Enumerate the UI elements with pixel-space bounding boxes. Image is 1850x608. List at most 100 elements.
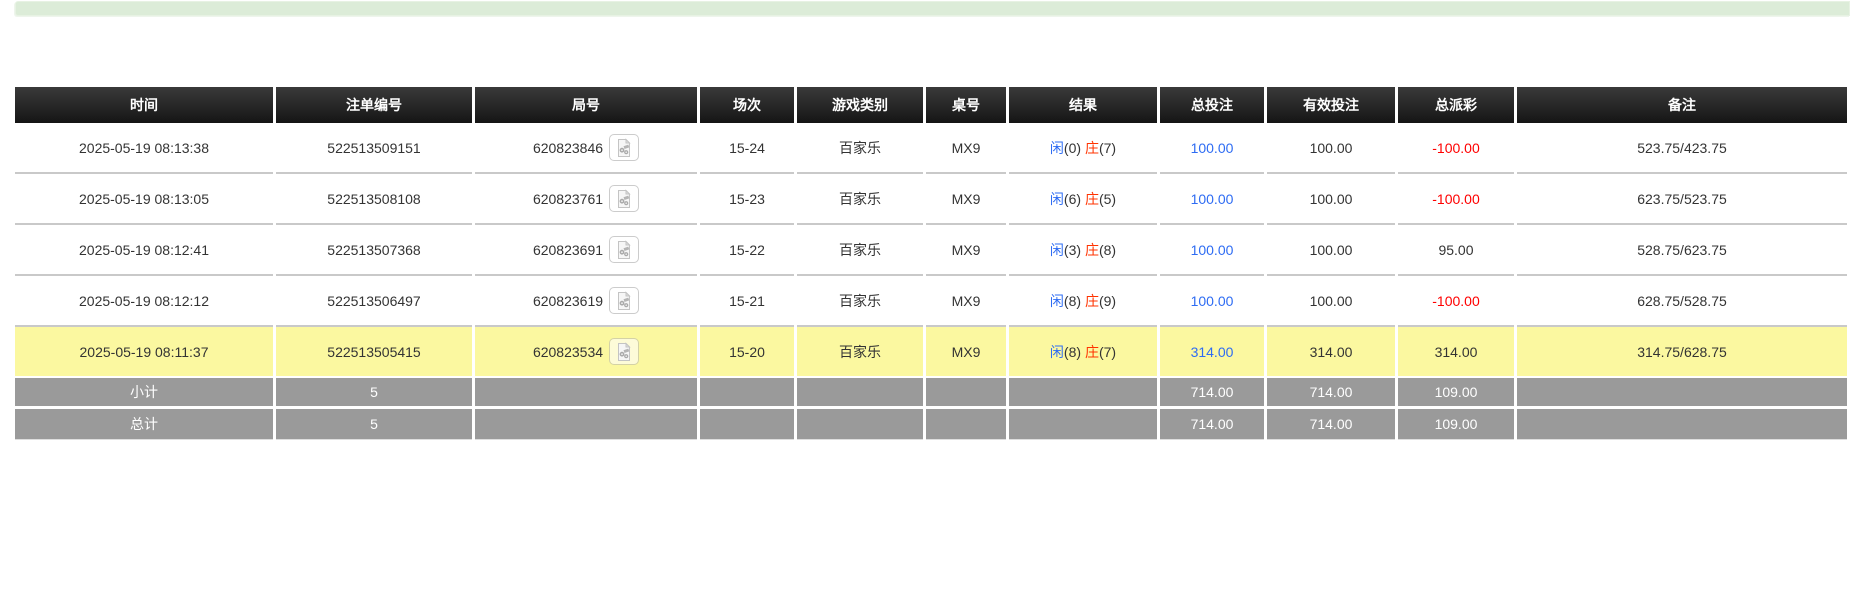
cell-round-id: 620823691: [475, 225, 697, 276]
grand-total-total-bet: 714.00: [1160, 409, 1264, 440]
total-bet-link[interactable]: 100.00: [1191, 191, 1234, 207]
grand-total-valid-bet: 714.00: [1267, 409, 1395, 440]
summary-empty-cell: [1517, 378, 1847, 409]
cell-table-id: MX9: [926, 327, 1006, 378]
bet-records-table-wrap: 时间 注单编号 局号 场次 游戏类别 桌号 结果 总投注 有效投注 总派彩 备注…: [12, 87, 1850, 440]
replay-button[interactable]: [609, 236, 639, 263]
result-banker-label: 庄: [1085, 242, 1099, 258]
cell-result: 闲(8) 庄(9): [1009, 276, 1157, 327]
cell-valid-bet: 100.00: [1267, 123, 1395, 174]
round-id-text: 620823619: [533, 293, 603, 309]
cell-round-id: 620823846: [475, 123, 697, 174]
total-bet-link[interactable]: 100.00: [1191, 293, 1234, 309]
cell-round-id: 620823761: [475, 174, 697, 225]
table-row[interactable]: 2025-05-19 08:13:05 522513508108 6208237…: [15, 174, 1847, 225]
replay-button[interactable]: [609, 185, 639, 212]
total-bet-link[interactable]: 100.00: [1191, 140, 1234, 156]
result-banker-score: (7): [1099, 344, 1116, 360]
cell-remark: 523.75/423.75: [1517, 123, 1847, 174]
result-banker-label: 庄: [1085, 191, 1099, 207]
summary-empty-cell: [475, 409, 697, 440]
video-replay-icon: [614, 240, 634, 260]
header-cell-bet-id: 注单编号: [276, 87, 472, 123]
total-bet-link[interactable]: 314.00: [1191, 344, 1234, 360]
cell-time: 2025-05-19 08:12:41: [15, 225, 273, 276]
cell-total-bet: 100.00: [1160, 123, 1264, 174]
subtotal-row: 小计 5 714.00 714.00 109.00: [15, 378, 1847, 409]
video-replay-icon: [614, 291, 634, 311]
table-row[interactable]: 2025-05-19 08:13:38 522513509151 6208238…: [15, 123, 1847, 174]
header-cell-game-type: 游戏类别: [797, 87, 923, 123]
result-banker-label: 庄: [1085, 293, 1099, 309]
table-body: 2025-05-19 08:13:38 522513509151 6208238…: [15, 123, 1847, 378]
cell-session: 15-20: [700, 327, 794, 378]
bet-records-table: 时间 注单编号 局号 场次 游戏类别 桌号 结果 总投注 有效投注 总派彩 备注…: [12, 87, 1850, 440]
summary-empty-cell: [700, 409, 794, 440]
video-replay-icon: [614, 342, 634, 362]
table-row[interactable]: 2025-05-19 08:12:12 522513506497 6208236…: [15, 276, 1847, 327]
cell-round-id: 620823619: [475, 276, 697, 327]
cell-remark: 623.75/523.75: [1517, 174, 1847, 225]
cell-bet-id: 522513508108: [276, 174, 472, 225]
cell-remark: 528.75/623.75: [1517, 225, 1847, 276]
replay-button[interactable]: [609, 134, 639, 161]
cell-time: 2025-05-19 08:11:37: [15, 327, 273, 378]
cell-session: 15-23: [700, 174, 794, 225]
cell-payout: -100.00: [1398, 174, 1514, 225]
cell-game-type: 百家乐: [797, 174, 923, 225]
round-id-text: 620823846: [533, 140, 603, 156]
result-banker-score: (8): [1099, 242, 1116, 258]
summary-empty-cell: [1009, 409, 1157, 440]
cell-game-type: 百家乐: [797, 225, 923, 276]
result-banker-label: 庄: [1085, 344, 1099, 360]
cell-valid-bet: 100.00: [1267, 276, 1395, 327]
replay-button[interactable]: [609, 338, 639, 365]
round-id-text: 620823691: [533, 242, 603, 258]
cell-session: 15-24: [700, 123, 794, 174]
subtotal-payout: 109.00: [1398, 378, 1514, 409]
cell-result: 闲(6) 庄(5): [1009, 174, 1157, 225]
cell-payout: -100.00: [1398, 123, 1514, 174]
notice-bar: [15, 1, 1850, 16]
cell-time: 2025-05-19 08:13:38: [15, 123, 273, 174]
cell-payout: 95.00: [1398, 225, 1514, 276]
result-player-score: (6): [1064, 191, 1081, 207]
summary-empty-cell: [797, 378, 923, 409]
summary-empty-cell: [475, 378, 697, 409]
total-bet-link[interactable]: 100.00: [1191, 242, 1234, 258]
cell-result: 闲(8) 庄(7): [1009, 327, 1157, 378]
result-player-score: (0): [1064, 140, 1081, 156]
cell-session: 15-22: [700, 225, 794, 276]
cell-round-id: 620823534: [475, 327, 697, 378]
header-cell-result: 结果: [1009, 87, 1157, 123]
table-row[interactable]: 2025-05-19 08:11:37 522513505415 6208235…: [15, 327, 1847, 378]
round-id-text: 620823534: [533, 344, 603, 360]
cell-valid-bet: 100.00: [1267, 174, 1395, 225]
header-cell-payout: 总派彩: [1398, 87, 1514, 123]
summary-empty-cell: [926, 409, 1006, 440]
grand-total-row: 总计 5 714.00 714.00 109.00: [15, 409, 1847, 440]
header-cell-round-id: 局号: [475, 87, 697, 123]
cell-total-bet: 314.00: [1160, 327, 1264, 378]
cell-table-id: MX9: [926, 276, 1006, 327]
result-player-score: (8): [1064, 293, 1081, 309]
table-row[interactable]: 2025-05-19 08:12:41 522513507368 6208236…: [15, 225, 1847, 276]
header-cell-table-id: 桌号: [926, 87, 1006, 123]
table-summary: 小计 5 714.00 714.00 109.00 总计 5: [15, 378, 1847, 440]
cell-valid-bet: 314.00: [1267, 327, 1395, 378]
grand-total-label: 总计: [15, 409, 273, 440]
subtotal-total-bet: 714.00: [1160, 378, 1264, 409]
result-player-label: 闲: [1050, 293, 1064, 309]
cell-bet-id: 522513509151: [276, 123, 472, 174]
result-player-label: 闲: [1050, 344, 1064, 360]
cell-game-type: 百家乐: [797, 276, 923, 327]
result-player-label: 闲: [1050, 140, 1064, 156]
summary-empty-cell: [1009, 378, 1157, 409]
header-cell-total-bet: 总投注: [1160, 87, 1264, 123]
cell-bet-id: 522513506497: [276, 276, 472, 327]
summary-empty-cell: [1517, 409, 1847, 440]
result-banker-score: (7): [1099, 140, 1116, 156]
cell-payout: -100.00: [1398, 276, 1514, 327]
cell-payout: 314.00: [1398, 327, 1514, 378]
replay-button[interactable]: [609, 287, 639, 314]
